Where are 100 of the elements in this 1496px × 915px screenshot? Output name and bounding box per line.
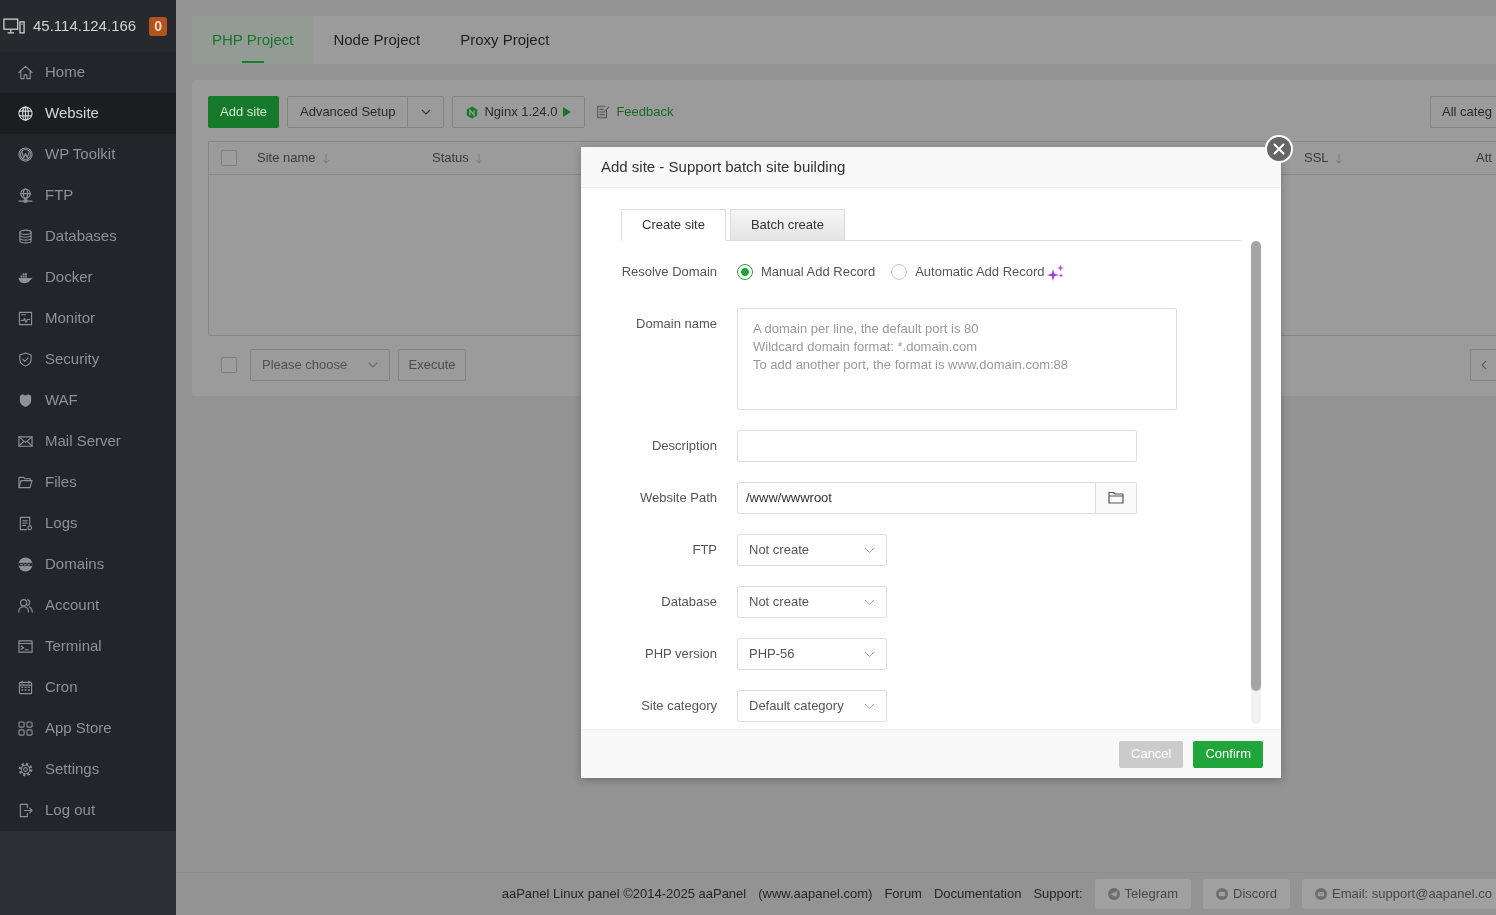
- sidebar-item[interactable]: Databases: [0, 216, 176, 257]
- field-label: FTP: [691, 541, 717, 559]
- sidebar-item[interactable]: Files: [0, 462, 176, 503]
- dialog-tab[interactable]: Create site: [621, 209, 726, 241]
- logout-icon: [18, 803, 33, 818]
- chevron-down-icon: [420, 109, 431, 115]
- support-link[interactable]: Telegram: [1094, 879, 1191, 909]
- description-field[interactable]: [737, 430, 1137, 462]
- database-icon: [18, 229, 33, 244]
- sidebar-item[interactable]: Settings: [0, 749, 176, 790]
- footer-link[interactable]: (www.aapanel.com): [758, 884, 873, 904]
- sidebar-item[interactable]: Website: [0, 93, 176, 134]
- chevron-down-icon: [864, 546, 875, 554]
- calendar-icon: [18, 680, 33, 695]
- computer-icon: [3, 18, 25, 34]
- chevron-down-icon: [864, 702, 875, 710]
- notification-count[interactable]: 0: [149, 16, 167, 36]
- folder-icon: [18, 475, 33, 490]
- sidebar-item[interactable]: Logs: [0, 503, 176, 544]
- column-header[interactable]: Site name: [257, 148, 330, 168]
- confirm-button[interactable]: Confirm: [1193, 740, 1263, 768]
- shield-check-icon: [18, 352, 33, 367]
- paper-plane-icon: [1107, 888, 1120, 900]
- close-icon: [1273, 143, 1285, 155]
- sidebar-item[interactable]: Docker: [0, 257, 176, 298]
- sidebar-item[interactable]: Cron: [0, 667, 176, 708]
- field-label: Database: [660, 593, 717, 611]
- sparkle-icon: [1046, 263, 1064, 281]
- whale-icon: [18, 270, 33, 285]
- folder-icon: [1108, 490, 1124, 506]
- browse-folder-button[interactable]: [1096, 482, 1137, 514]
- sidebar-item[interactable]: Monitor: [0, 298, 176, 339]
- settings-icon: [18, 762, 33, 777]
- select-field[interactable]: Default category: [737, 690, 887, 722]
- play-icon: [563, 107, 572, 117]
- previous-page-button[interactable]: [1470, 349, 1496, 381]
- chevron-down-icon: [864, 650, 875, 658]
- chevron-down-icon: [864, 598, 875, 606]
- support-label: Support:: [1033, 885, 1083, 904]
- field-label: Site category: [640, 697, 717, 715]
- support-link[interactable]: Email: support@aapanel.co: [1302, 879, 1496, 909]
- globe-icon: [18, 106, 33, 121]
- hexagon-icon: [466, 105, 479, 119]
- select-field[interactable]: Not create: [737, 586, 887, 618]
- domain-name-field[interactable]: A domain per line, the default port is 80 Wildcard domain format: *.domain.com To add another port, the format is www.domain.com:88: [737, 308, 1177, 410]
- select-all-checkbox[interactable]: [221, 357, 237, 373]
- sidebar-item[interactable]: Log out: [0, 790, 176, 831]
- sidebar-item[interactable]: WAF: [0, 380, 176, 421]
- server-address: 45.114.124.166: [33, 15, 137, 36]
- copyright-text: aaPanel Linux panel ©2014-2025 aaPanel: [501, 885, 747, 904]
- users-icon: [18, 598, 33, 613]
- field-label: PHP version: [644, 645, 717, 663]
- chevron-left-icon: [1480, 360, 1487, 370]
- select-all-checkbox[interactable]: [221, 150, 237, 166]
- chat-bubble-icon: [1216, 888, 1228, 900]
- field-label: Website Path: [638, 489, 717, 507]
- terminal-icon: [18, 639, 33, 654]
- sidebar-item[interactable]: WP Toolkit: [0, 134, 176, 175]
- envelope-icon: [1315, 888, 1328, 900]
- sidebar-item[interactable]: FTP: [0, 175, 176, 216]
- grid-icon: [18, 721, 33, 736]
- radio-button[interactable]: [737, 264, 753, 280]
- radio-option[interactable]: Automatic Add Record: [891, 262, 1045, 282]
- sidebar-item[interactable]: Home: [0, 52, 176, 93]
- category-select[interactable]: All categ: [1430, 96, 1496, 128]
- path-field[interactable]: /www/wwwroot: [737, 482, 1096, 514]
- column-header[interactable]: Att: [1476, 148, 1492, 168]
- project-tab[interactable]: Node Project: [313, 16, 441, 64]
- dialog-title: Add site - Support batch site building: [601, 156, 846, 177]
- shield-icon: [18, 393, 33, 408]
- chevron-down-icon: [368, 362, 378, 368]
- column-header[interactable]: Status: [432, 148, 483, 168]
- sidebar-item[interactable]: App Store: [0, 708, 176, 749]
- sidebar-item[interactable]: Mail Server: [0, 421, 176, 462]
- home-icon: [18, 65, 33, 80]
- field-label: Domain name: [635, 315, 717, 333]
- add-site-button[interactable]: Add site: [208, 96, 279, 128]
- radio-button[interactable]: [891, 264, 908, 280]
- letter-w-circle-icon: [18, 147, 33, 162]
- column-header[interactable]: SSL: [1304, 148, 1343, 168]
- sidebar-item[interactable]: Terminal: [0, 626, 176, 667]
- chart-frame-icon: [18, 311, 33, 326]
- field-label: Description: [650, 437, 717, 455]
- radio-option[interactable]: Manual Add Record: [737, 262, 876, 282]
- support-link[interactable]: Discord: [1203, 879, 1291, 909]
- footer-link[interactable]: Documentation: [933, 884, 1022, 904]
- sidebar-item[interactable]: Account: [0, 585, 176, 626]
- sidebar-item[interactable]: Security: [0, 339, 176, 380]
- project-tab[interactable]: Proxy Project: [440, 16, 570, 64]
- web-server-button[interactable]: Nginx 1.24.0: [452, 96, 586, 128]
- field-label: Resolve Domain: [620, 263, 717, 281]
- dialog-tab[interactable]: Batch create: [729, 209, 845, 241]
- sidebar-item[interactable]: Domains: [0, 544, 176, 585]
- footer-link[interactable]: Forum: [884, 884, 922, 904]
- www-disc-icon: [18, 557, 33, 572]
- select-field[interactable]: PHP-56: [737, 638, 887, 670]
- envelope-icon: [18, 434, 33, 449]
- globe-network-icon: [18, 188, 33, 203]
- select-field[interactable]: Not create: [737, 534, 887, 566]
- document-gear-icon: [18, 516, 33, 531]
